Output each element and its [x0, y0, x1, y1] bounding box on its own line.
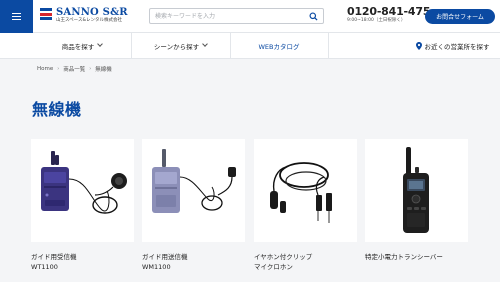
logo-name: SANNO S&R	[56, 7, 128, 18]
breadcrumb-products[interactable]: 商品一覧	[63, 65, 85, 73]
product-name[interactable]: 特定小電力トランシーバー	[365, 252, 468, 262]
site-header: SANNO S&R 山王スペース&レンタル株式会社 0120-841-475 9…	[0, 0, 500, 33]
chevron-right-icon: ›	[57, 66, 60, 72]
product-card-transmitter[interactable]: ガイド用送信機 WM1100	[142, 139, 245, 272]
product-name-line2: マイクロホン	[254, 263, 293, 271]
nav-item-web-catalog[interactable]: WEBカタログ	[230, 33, 328, 58]
product-name[interactable]: ガイド用送信機 WM1100	[142, 252, 245, 272]
product-image[interactable]	[142, 139, 245, 242]
nav-item-find-office[interactable]: お近くの営業所を探す	[405, 33, 500, 58]
breadcrumb-current: 無線機	[95, 67, 112, 73]
hamburger-icon	[12, 13, 21, 20]
nav-item-label: シーンから探す	[153, 42, 200, 51]
nav-item-scenes[interactable]: シーンから探す	[131, 33, 230, 58]
product-image[interactable]	[31, 139, 134, 242]
logo-company-name: 山王スペース&レンタル株式会社	[56, 18, 122, 23]
product-name-line1: ガイド用受信機	[31, 253, 77, 261]
main-nav: 商品を探す シーンから探す WEBカタログ お近くの営業所を探す	[0, 33, 500, 59]
chevron-right-icon: ›	[89, 66, 92, 72]
search-input[interactable]	[155, 9, 305, 23]
location-pin-icon	[415, 41, 422, 50]
product-name-line2: WT1100	[31, 263, 58, 271]
product-name[interactable]: ガイド用受信機 WT1100	[31, 252, 134, 272]
contact-form-button[interactable]: お問合せフォーム	[425, 9, 495, 24]
product-image[interactable]	[365, 139, 468, 242]
product-card-receiver[interactable]: ガイド用受信機 WT1100	[31, 139, 134, 272]
breadcrumb: Home › 商品一覧 › 無線機	[37, 65, 112, 73]
product-image[interactable]	[254, 139, 357, 242]
chevron-down-icon	[202, 41, 208, 47]
phone-number[interactable]: 0120-841-475	[347, 6, 430, 18]
nav-item-label: お近くの営業所を探す	[424, 42, 490, 51]
product-name-line1: 特定小電力トランシーバー	[365, 253, 443, 261]
site-logo[interactable]: SANNO S&R 山王スペース&レンタル株式会社	[40, 7, 128, 27]
product-name-line1: イヤホン付クリップ	[254, 253, 313, 261]
nav-item-products[interactable]: 商品を探す	[33, 33, 131, 58]
breadcrumb-home[interactable]: Home	[37, 66, 53, 72]
product-card-clip-mic[interactable]: イヤホン付クリップ マイクロホン	[254, 139, 357, 272]
product-name[interactable]: イヤホン付クリップ マイクロホン	[254, 252, 357, 272]
product-name-line2: WM1100	[142, 263, 171, 271]
product-card-transceiver[interactable]: 特定小電力トランシーバー	[365, 139, 468, 262]
search-icon[interactable]	[309, 12, 318, 21]
chevron-down-icon	[97, 41, 104, 47]
search-box	[149, 8, 324, 24]
nav-item-label: WEBカタログ	[258, 42, 300, 51]
menu-button[interactable]	[0, 0, 33, 33]
phone-contact: 0120-841-475 9:00~18:00（土日祝除く）	[347, 6, 430, 24]
logo-mark-icon	[40, 8, 52, 20]
product-name-line1: ガイド用送信機	[142, 253, 188, 261]
page-title: 無線機	[32, 100, 82, 119]
business-hours: 9:00~18:00（土日祝除く）	[347, 18, 406, 23]
nav-item-label: 商品を探す	[61, 42, 95, 51]
